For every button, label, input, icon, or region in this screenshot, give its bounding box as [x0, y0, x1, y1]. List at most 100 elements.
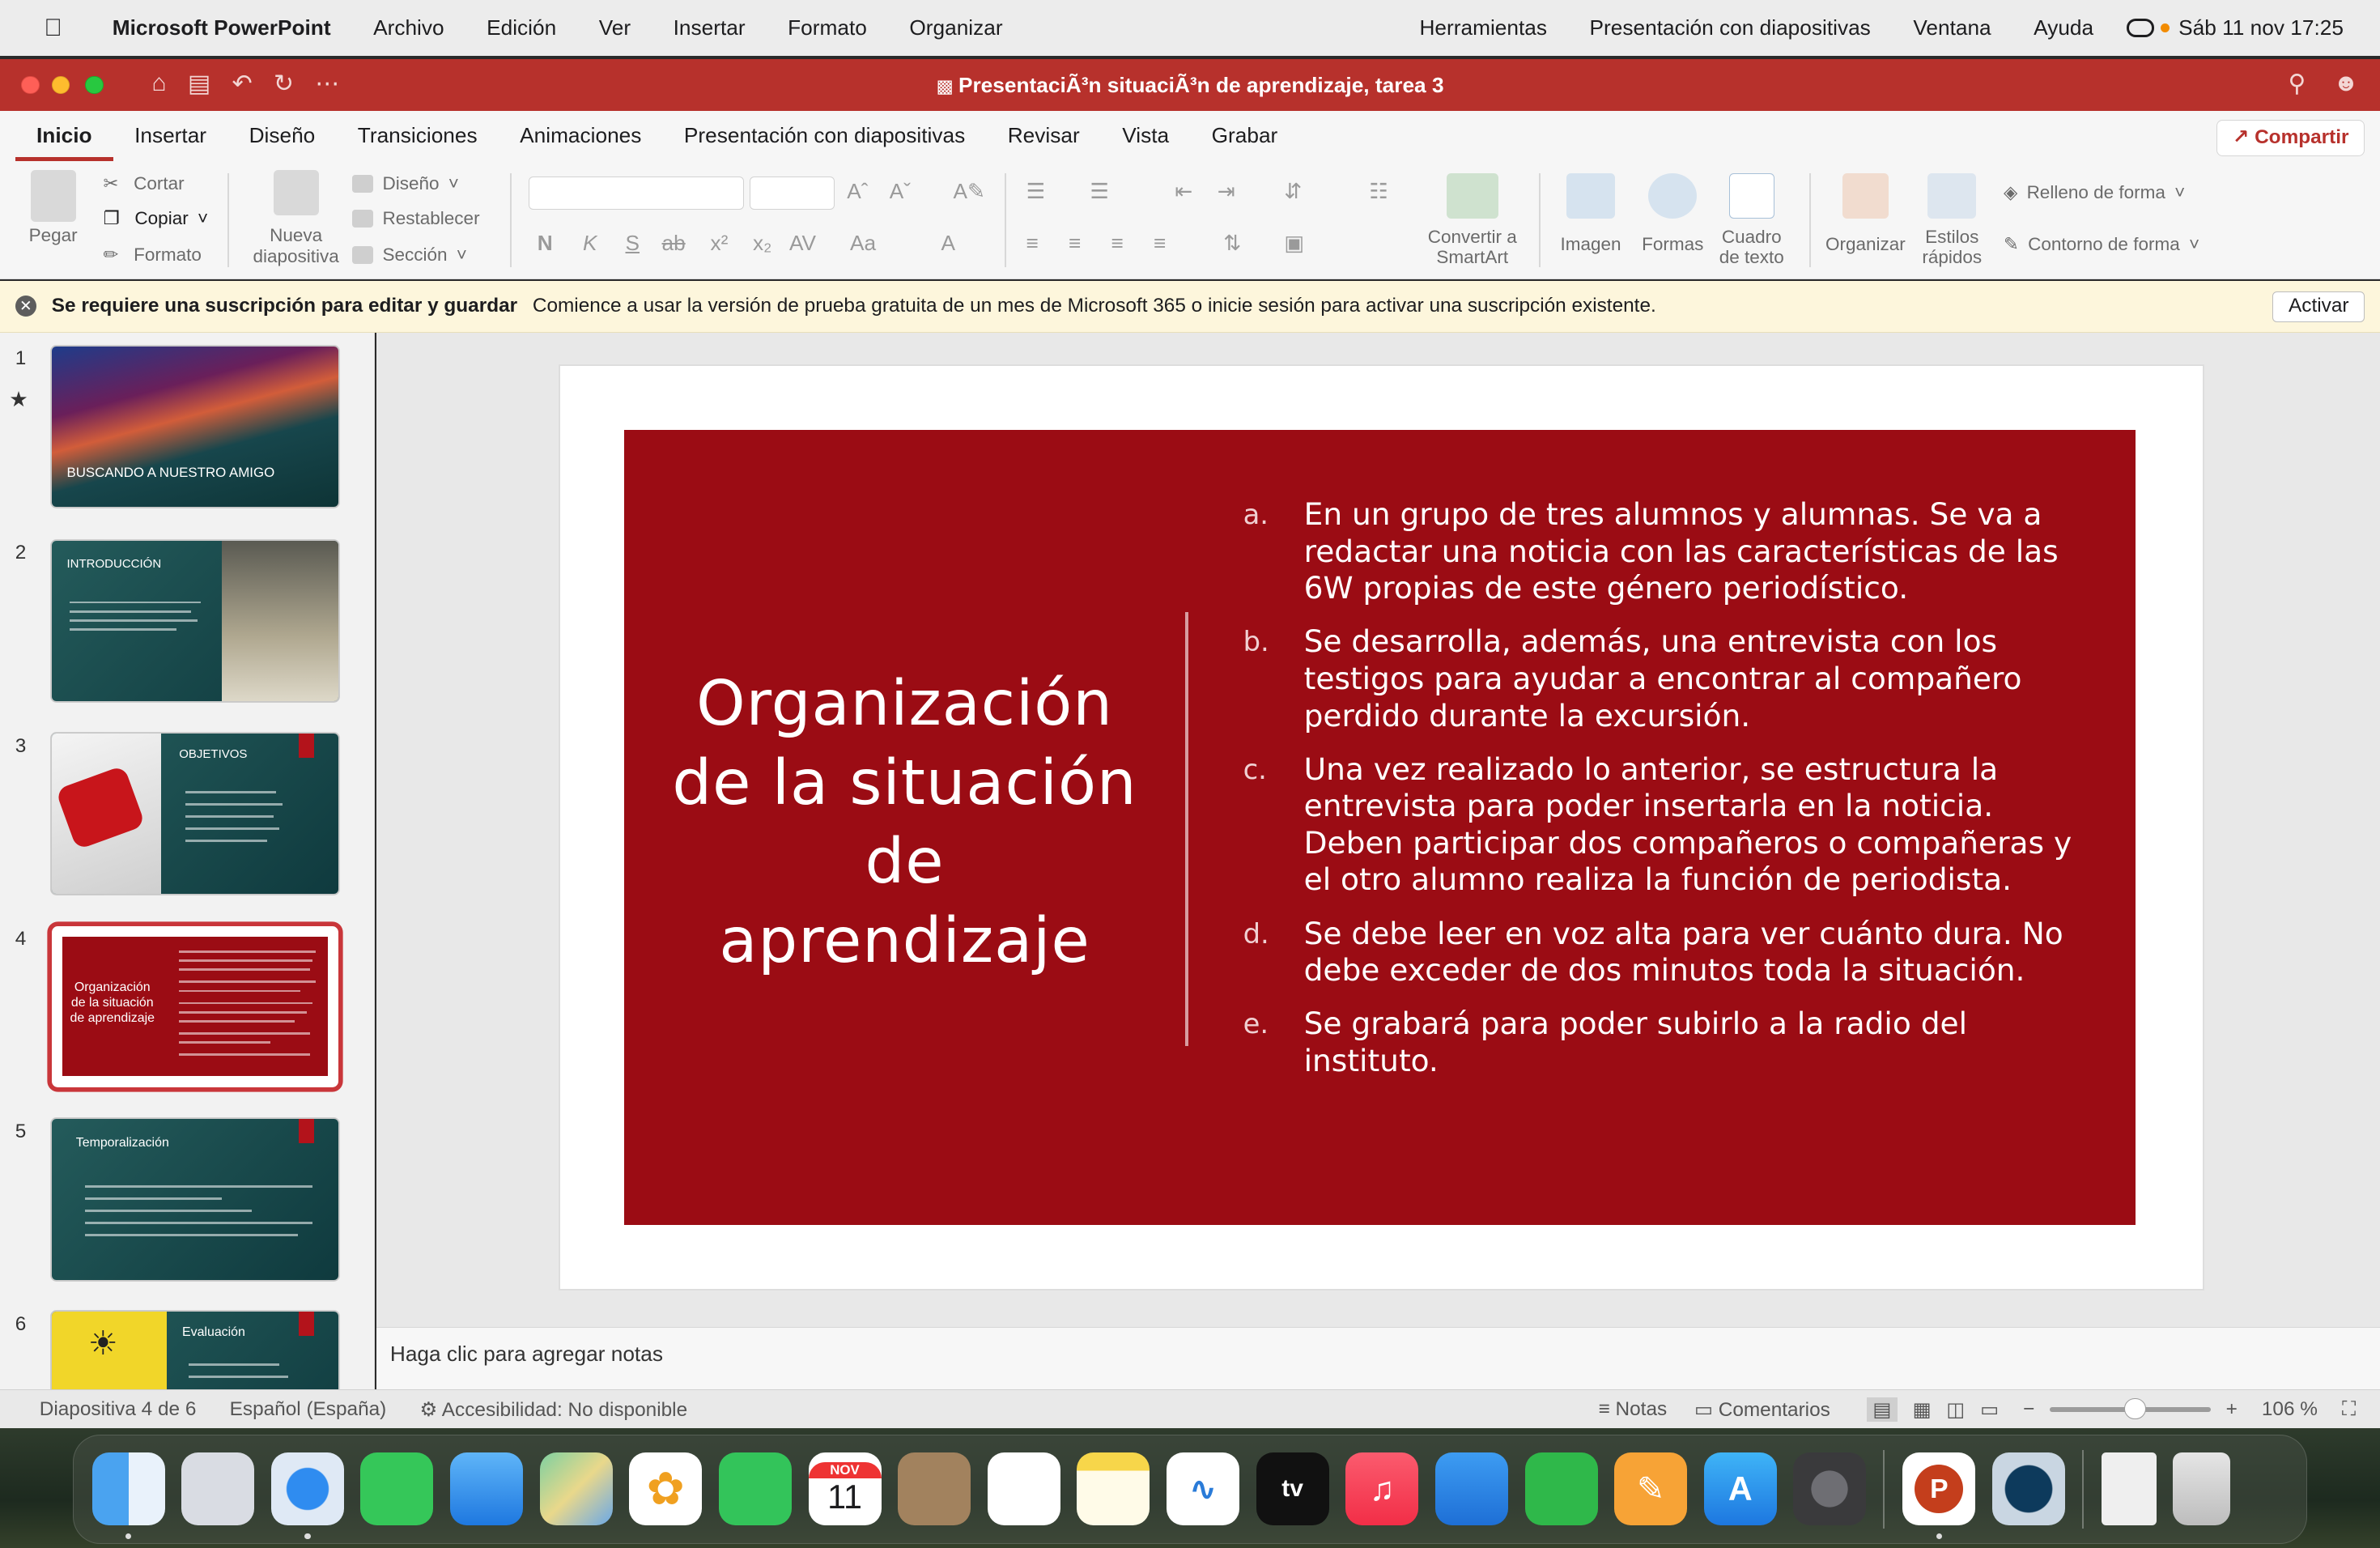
tab-animaciones[interactable]: Animaciones — [499, 111, 663, 161]
tab-transiciones[interactable]: Transiciones — [337, 111, 499, 161]
menu-formato[interactable]: Formato — [767, 15, 888, 40]
messages-icon[interactable] — [360, 1452, 434, 1526]
slide-bullet-list[interactable]: a. En un grupo de tres alumnos y alumnas.… — [1243, 496, 2093, 1096]
launchpad-icon[interactable] — [181, 1452, 255, 1526]
columns-icon[interactable]: ☷ — [1369, 179, 1388, 204]
calendar-icon[interactable]: NOV 11 — [808, 1452, 882, 1526]
freeform-icon[interactable]: ∿ — [1167, 1452, 1239, 1526]
accessibility-indicator[interactable]: ⚙ Accesibilidad: No disponible — [420, 1397, 688, 1422]
textbox-button[interactable]: Cuadro de texto — [1715, 172, 1788, 267]
reset-button[interactable]: Restablecer — [352, 208, 480, 229]
shape-fill-button[interactable]: ◈ Relleno de forma ˅ — [2004, 182, 2185, 203]
app-menu[interactable]: Microsoft PowerPoint — [91, 15, 352, 40]
keynote-icon[interactable] — [1434, 1452, 1508, 1526]
system-settings-icon[interactable] — [1793, 1452, 1867, 1526]
finder-icon[interactable] — [91, 1452, 165, 1540]
shape-outline-button[interactable]: ✎ Contorno de forma ˅ — [2004, 234, 2199, 255]
font-family-dropdown[interactable] — [528, 176, 744, 210]
zoom-level[interactable]: 106 % — [2262, 1398, 2318, 1421]
character-spacing-button[interactable]: AV — [789, 231, 816, 256]
menu-ventana[interactable]: Ventana — [1892, 15, 2012, 40]
normal-view-icon[interactable]: ▤ — [1866, 1397, 1898, 1422]
control-center-icon[interactable] — [2127, 19, 2155, 37]
tab-revisar[interactable]: Revisar — [986, 111, 1100, 161]
text-direction-icon[interactable]: ⇅ — [1223, 231, 1241, 256]
tab-grabar[interactable]: Grabar — [1190, 111, 1298, 161]
zoom-slider[interactable] — [2050, 1397, 2211, 1420]
strikethrough-button[interactable]: ab — [662, 231, 686, 256]
music-icon[interactable]: ♫ — [1345, 1452, 1419, 1526]
clear-format-icon[interactable]: A✎ — [954, 179, 986, 204]
font-size-dropdown[interactable] — [750, 176, 835, 210]
slide-thumbnail-6[interactable]: ☀ Evaluación — [51, 1312, 339, 1389]
menu-archivo[interactable]: Archivo — [352, 15, 465, 40]
reading-view-icon[interactable]: ◫ — [1946, 1397, 1965, 1422]
share-button[interactable]: ↗ Compartir — [2216, 120, 2365, 157]
safari-icon[interactable] — [270, 1452, 344, 1540]
bullets-icon[interactable]: ☰ — [1026, 179, 1046, 204]
numbers-icon[interactable] — [1524, 1452, 1598, 1526]
apple-tv-icon[interactable]: tv — [1256, 1452, 1329, 1526]
layout-button[interactable]: Diseño ˅ — [352, 173, 459, 194]
quick-styles-button[interactable]: Estilos rápidos — [1913, 172, 1992, 267]
search-icon[interactable]: ⚲ — [2288, 70, 2306, 98]
change-case-button[interactable]: Aa — [850, 231, 876, 256]
numbering-icon[interactable]: ☰ — [1090, 179, 1109, 204]
tab-presentacion[interactable]: Presentación con diapositivas — [663, 111, 987, 161]
zoom-in-icon[interactable]: + — [2226, 1398, 2238, 1421]
cut-button[interactable]: ✂ Cortar — [104, 173, 185, 194]
zoom-slider-thumb[interactable] — [2124, 1397, 2146, 1420]
menu-ver[interactable]: Ver — [577, 15, 652, 40]
app-store-icon[interactable]: A — [1703, 1452, 1777, 1526]
new-slide-button[interactable]: Nueva diapositiva — [249, 170, 343, 267]
facetime-icon[interactable] — [718, 1452, 792, 1526]
comments-button[interactable]: ▭ Comentarios — [1694, 1397, 1830, 1422]
slide-thumbnail-4[interactable]: Organización de la situación de aprendiz… — [51, 925, 339, 1087]
quicktime-icon[interactable] — [1992, 1452, 2065, 1526]
close-notification-icon[interactable]: ✕ — [15, 296, 36, 317]
activate-button[interactable]: Activar — [2272, 291, 2365, 322]
menu-insertar[interactable]: Insertar — [652, 15, 767, 40]
slide-thumbnail-3[interactable]: OBJETIVOS — [51, 733, 339, 895]
slide-thumbnail-5[interactable]: Temporalización — [51, 1118, 339, 1280]
decrease-font-icon[interactable]: Aˇ — [890, 179, 911, 204]
powerpoint-icon[interactable]: P — [1902, 1452, 1976, 1540]
format-painter-button[interactable]: ✏ Formato — [104, 245, 202, 266]
slideshow-icon[interactable]: ▭ — [1980, 1397, 1999, 1422]
increase-font-icon[interactable]: Aˆ — [847, 179, 868, 204]
share-people-icon[interactable]: ☻ — [2333, 70, 2359, 98]
tab-insertar[interactable]: Insertar — [113, 111, 228, 161]
language-indicator[interactable]: Español (España) — [230, 1398, 387, 1421]
font-color-button[interactable]: A — [941, 231, 956, 256]
align-text-icon[interactable]: ▣ — [1284, 231, 1304, 256]
menu-ayuda[interactable]: Ayuda — [2012, 15, 2114, 40]
align-right-icon[interactable]: ≡ — [1111, 231, 1124, 256]
notes-button[interactable]: ≡ Notas — [1599, 1398, 1668, 1421]
slide-sorter-icon[interactable]: ▦ — [1913, 1397, 1932, 1422]
slide-thumbnail-2[interactable]: INTRODUCCIÓN — [51, 540, 339, 702]
line-spacing-icon[interactable]: ⇵ — [1284, 179, 1302, 204]
slide-thumbnail-1[interactable]: BUSCANDO A NUESTRO AMIGO — [51, 346, 339, 508]
tab-inicio[interactable]: Inicio — [15, 111, 113, 161]
arrange-button[interactable]: Organizar — [1821, 172, 1910, 255]
bold-button[interactable]: N — [538, 231, 553, 256]
menu-presentacion[interactable]: Presentación con diapositivas — [1568, 15, 1892, 40]
menu-herramientas[interactable]: Herramientas — [1398, 15, 1568, 40]
shapes-button[interactable]: Formas — [1636, 172, 1709, 255]
tab-diseno[interactable]: Diseño — [227, 111, 336, 161]
apple-icon[interactable]:  — [36, 15, 70, 42]
docx-file-icon[interactable] — [2102, 1452, 2157, 1526]
italic-button[interactable]: K — [583, 231, 597, 256]
image-button[interactable]: Imagen — [1554, 172, 1627, 255]
zoom-out-icon[interactable]: − — [2023, 1398, 2034, 1421]
copy-button[interactable]: ❐ Copiar ˅ — [104, 208, 209, 229]
pages-icon[interactable]: ✎ — [1614, 1452, 1688, 1526]
slide-title[interactable]: Organización de la situación de aprendiz… — [669, 665, 1140, 980]
superscript-button[interactable]: x² — [711, 231, 729, 256]
reminders-icon[interactable] — [987, 1452, 1060, 1526]
underline-button[interactable]: S — [626, 231, 640, 256]
fit-slide-icon[interactable]: ⛶ — [2342, 1398, 2356, 1421]
mail-icon[interactable] — [450, 1452, 523, 1526]
decrease-indent-icon[interactable]: ⇤ — [1175, 179, 1192, 204]
increase-indent-icon[interactable]: ⇥ — [1218, 179, 1235, 204]
